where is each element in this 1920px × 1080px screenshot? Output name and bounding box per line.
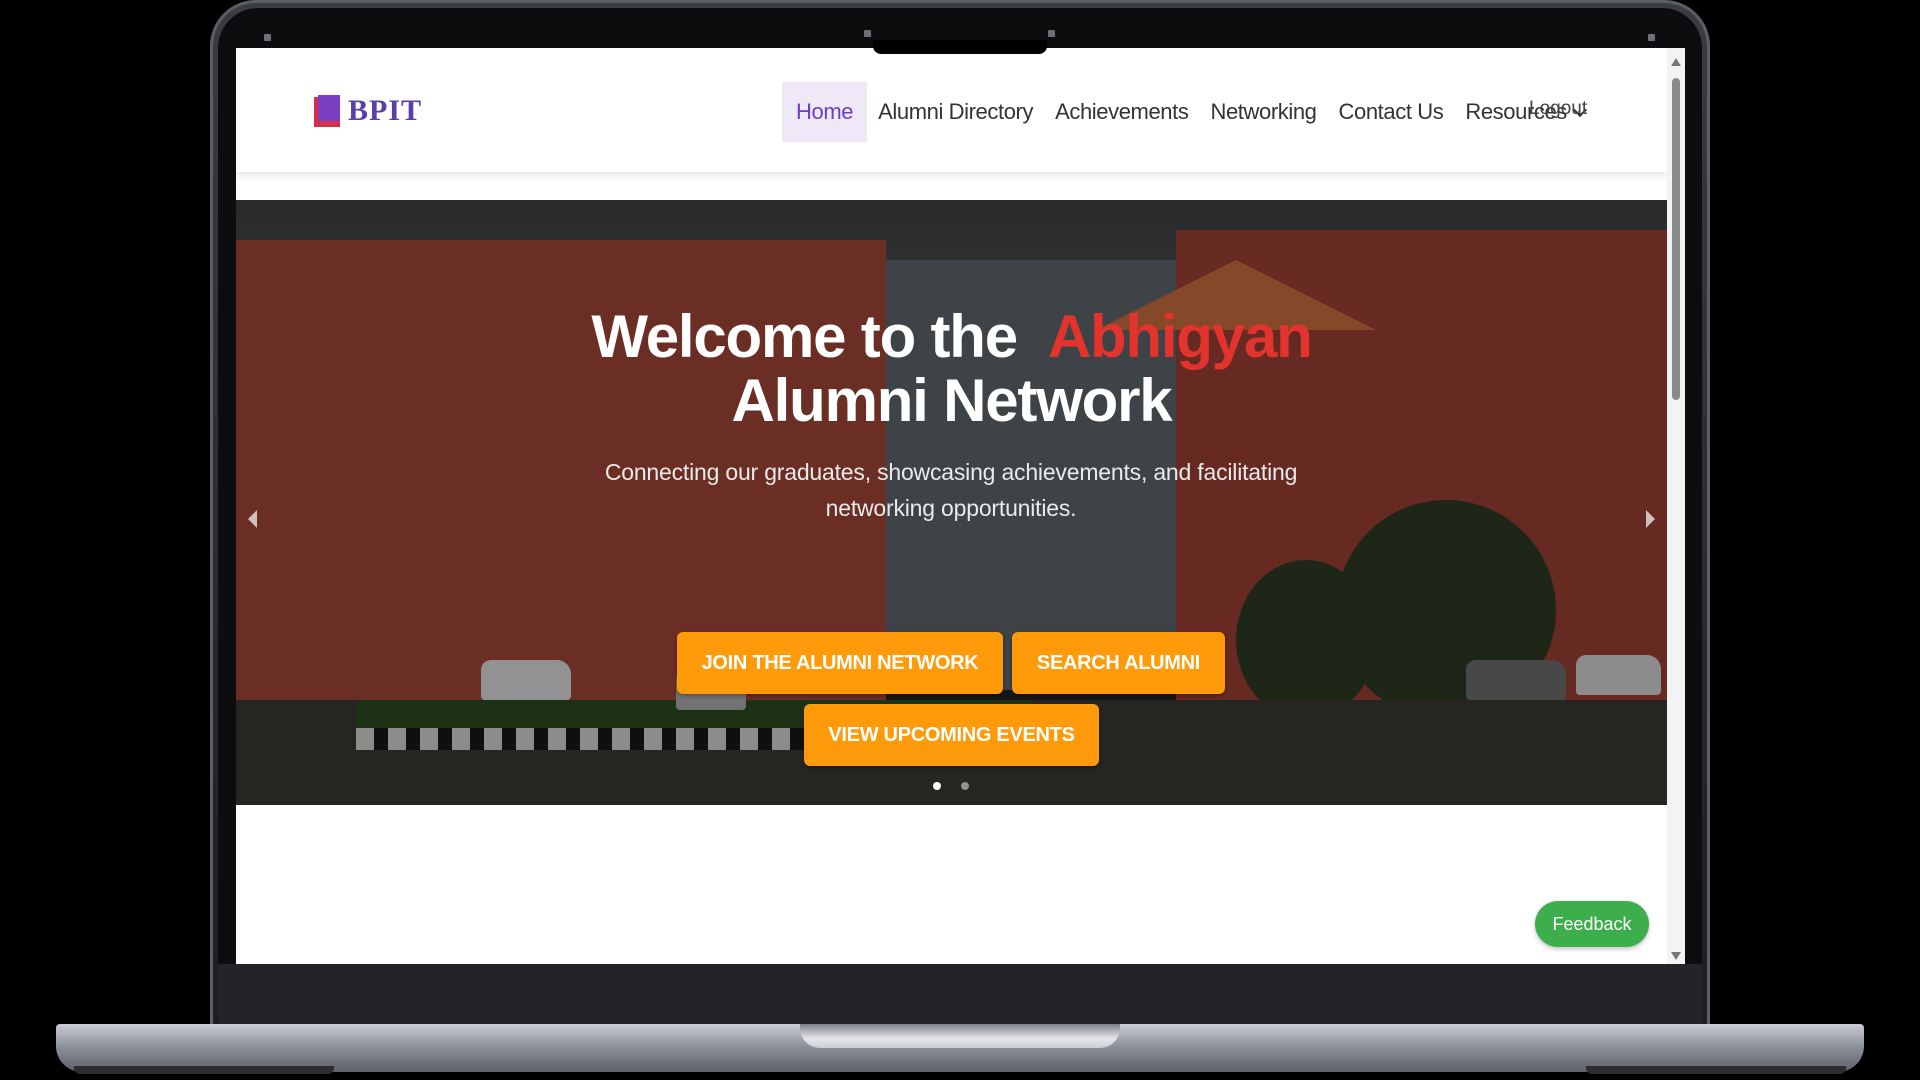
view-upcoming-events-button[interactable]: VIEW UPCOMING EVENTS [804, 704, 1099, 766]
nav-item-networking[interactable]: Networking [1199, 82, 1327, 142]
join-alumni-network-button[interactable]: JOIN THE ALUMNI NETWORK [677, 632, 1003, 694]
carousel-prev-icon[interactable] [248, 510, 257, 528]
laptop-chin [218, 964, 1702, 1030]
nav-item-achievements[interactable]: Achievements [1044, 82, 1199, 142]
feedback-button[interactable]: Feedback [1535, 901, 1649, 947]
page-scrollbar[interactable] [1667, 48, 1685, 964]
hero-title: Welcome to the Abhigyan Alumni Network [236, 305, 1667, 433]
scroll-up-icon[interactable] [1671, 58, 1681, 66]
site-header: BPIT Home Alumni Directory Achievements … [236, 48, 1667, 172]
hero-subtitle: Connecting our graduates, showcasing ach… [604, 459, 1298, 521]
scrollbar-thumb[interactable] [1672, 78, 1680, 400]
camera-notch [873, 40, 1047, 54]
scroll-down-icon[interactable] [1671, 952, 1681, 960]
nav-item-alumni-directory[interactable]: Alumni Directory [867, 82, 1044, 142]
main-nav: Home Alumni Directory Achievements Netwo… [782, 82, 1596, 142]
hero-title-accent: Abhigyan [1047, 303, 1313, 370]
carousel-indicator-2[interactable] [961, 782, 969, 790]
logout-link[interactable]: Logout [1529, 98, 1587, 120]
nav-item-contact-us[interactable]: Contact Us [1328, 82, 1455, 142]
laptop-foot [74, 1066, 334, 1074]
search-alumni-button[interactable]: SEARCH ALUMNI [1012, 632, 1225, 694]
hero-title-prefix: Welcome to the [591, 303, 1018, 370]
browser-viewport: BPIT Home Alumni Directory Achievements … [236, 48, 1685, 964]
laptop-foot [1586, 1066, 1846, 1074]
carousel-indicator-1[interactable] [933, 782, 941, 790]
carousel-next-icon[interactable] [1646, 510, 1655, 528]
brand-logo-link[interactable]: BPIT [314, 94, 422, 128]
hero-title-suffix: Alumni Network [731, 367, 1173, 434]
laptop-base-groove [800, 1024, 1120, 1048]
hero-carousel: Welcome to the Abhigyan Alumni Network C… [236, 200, 1667, 805]
brand-name: BPIT [348, 94, 423, 127]
nav-item-home[interactable]: Home [782, 82, 868, 142]
book-logo-icon [314, 95, 340, 127]
